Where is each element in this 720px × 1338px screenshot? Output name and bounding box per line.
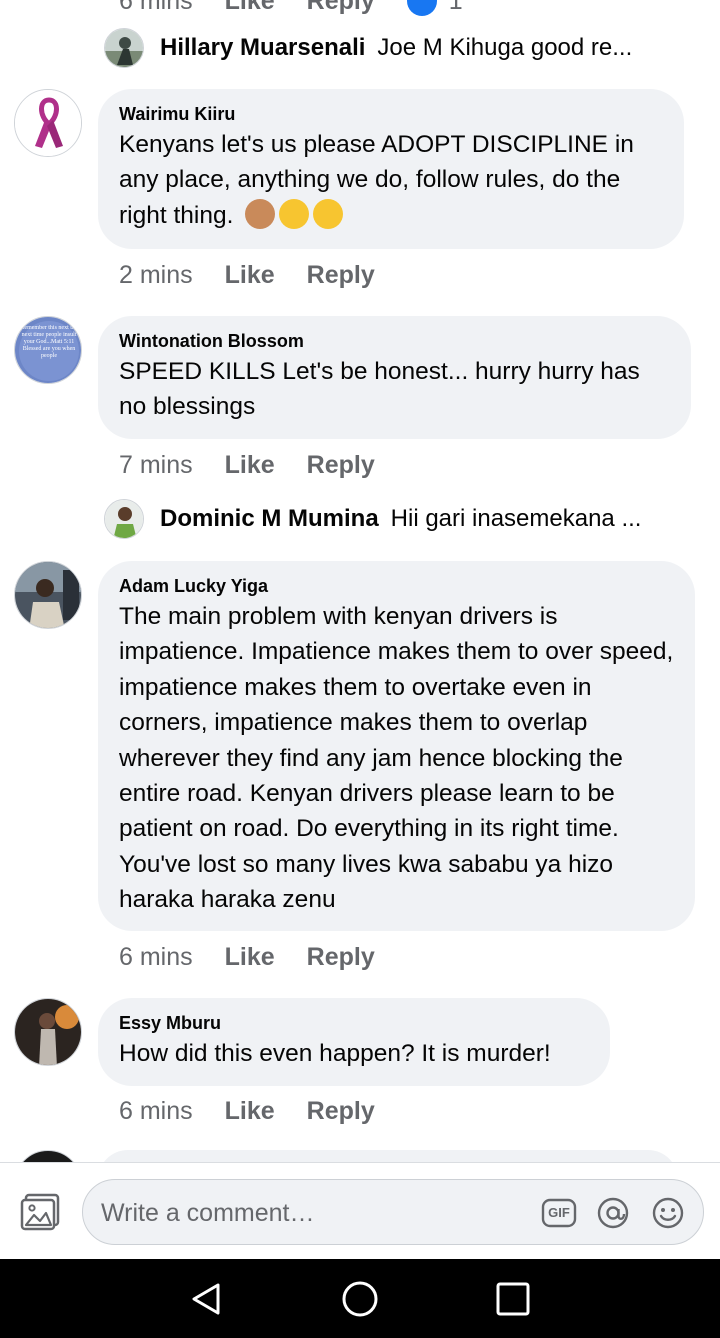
comment-bubble[interactable]	[98, 1150, 678, 1162]
comment-bubble[interactable]: Wairimu Kiiru Kenyans let's us please AD…	[98, 89, 684, 249]
avatar[interactable]	[14, 998, 82, 1066]
reply-button[interactable]: Reply	[307, 1097, 375, 1126]
comment-meta: 2 mins Like Reply	[119, 261, 375, 290]
reply-author[interactable]: Dominic M Mumina	[160, 505, 379, 533]
comment-bubble[interactable]: Adam Lucky Yiga The main problem with ke…	[98, 561, 695, 931]
reply-author[interactable]: Hillary Muarsenali	[160, 34, 365, 62]
person-gesturing-no-emoji	[245, 198, 276, 229]
comment-time: 6 mins	[119, 1097, 193, 1125]
reply-button[interactable]: Reply	[307, 943, 375, 972]
home-circle-icon[interactable]	[340, 1279, 380, 1319]
system-navigation-bar	[0, 1259, 720, 1338]
reply-snippet: Hii gari inasemekana ...	[390, 505, 642, 532]
avatar[interactable]	[14, 89, 82, 157]
reply-button[interactable]: Reply	[307, 0, 375, 16]
reply-preview[interactable]: Hillary Muarsenali Joe M Kihuga good re.…	[104, 28, 632, 68]
comment-meta: 6 mins Like Reply	[119, 943, 375, 972]
reply-snippet: Joe M Kihuga good re...	[377, 34, 633, 61]
gif-label: GIF	[548, 1205, 570, 1220]
like-button[interactable]: Like	[225, 261, 275, 290]
avatar[interactable]	[104, 28, 144, 68]
loudly-crying-face-emoji	[313, 198, 344, 229]
comment-input-pill[interactable]: GIF	[82, 1179, 704, 1245]
avatar[interactable]	[14, 1150, 82, 1162]
comment-author[interactable]: Wintonation Blossom	[119, 330, 671, 352]
recents-square-icon[interactable]	[493, 1279, 533, 1319]
avatar[interactable]	[14, 561, 82, 629]
comment-author[interactable]: Adam Lucky Yiga	[119, 575, 675, 597]
reply-button[interactable]: Reply	[307, 261, 375, 290]
comment-feed[interactable]: 6 mins Like Reply 1 Hillary Muarsenali J…	[0, 0, 720, 1162]
like-button[interactable]: Like	[225, 943, 275, 972]
reply-button[interactable]: Reply	[307, 451, 375, 480]
pleading-face-emoji	[279, 198, 310, 229]
comment-input[interactable]	[101, 1194, 521, 1232]
reaction-count: 1	[448, 0, 463, 15]
at-mention-icon[interactable]	[596, 1197, 630, 1229]
comment-text: SPEED KILLS Let's be honest... hurry hur…	[119, 358, 640, 421]
comment-time: 7 mins	[119, 451, 193, 479]
like-button[interactable]: Like	[225, 0, 275, 16]
top-comment-meta: 6 mins Like Reply 1	[119, 0, 463, 16]
avatar[interactable]	[104, 499, 144, 539]
reply-preview[interactable]: Dominic M Mumina Hii gari inasemekana ..…	[104, 499, 641, 539]
comment-bubble[interactable]: Essy Mburu How did this even happen? It …	[98, 998, 610, 1086]
like-reaction-icon	[406, 0, 437, 16]
comment-time: 2 mins	[119, 261, 193, 289]
avatar[interactable]: Remember this next the next time people …	[14, 316, 82, 384]
comment-text-content: Kenyans let's us please ADOPT DISCIPLINE…	[119, 131, 634, 229]
comment-bubble[interactable]: Wintonation Blossom SPEED KILLS Let's be…	[98, 316, 691, 439]
comment-meta: 6 mins Like Reply	[119, 1097, 375, 1126]
comment-author[interactable]: Essy Mburu	[119, 1012, 590, 1034]
comment-text: How did this even happen? It is murder!	[119, 1040, 551, 1067]
like-button[interactable]: Like	[225, 451, 275, 480]
avatar-caption: Remember this next the next time people …	[20, 325, 78, 359]
comment-time: 6 mins	[119, 0, 193, 15]
comment-text: Kenyans let's us please ADOPT DISCIPLINE…	[119, 127, 664, 233]
back-triangle-icon[interactable]	[186, 1279, 226, 1319]
comment-author[interactable]: Wairimu Kiiru	[119, 103, 664, 125]
comment-composer: GIF	[0, 1162, 720, 1259]
comment-meta: 7 mins Like Reply	[119, 451, 375, 480]
smiley-icon[interactable]	[651, 1197, 685, 1229]
like-button[interactable]: Like	[225, 1097, 275, 1126]
gif-icon[interactable]: GIF	[541, 1197, 577, 1229]
comment-time: 6 mins	[119, 943, 193, 971]
photo-icon[interactable]	[20, 1193, 60, 1231]
comment-text: The main problem with kenyan drivers is …	[119, 603, 674, 914]
